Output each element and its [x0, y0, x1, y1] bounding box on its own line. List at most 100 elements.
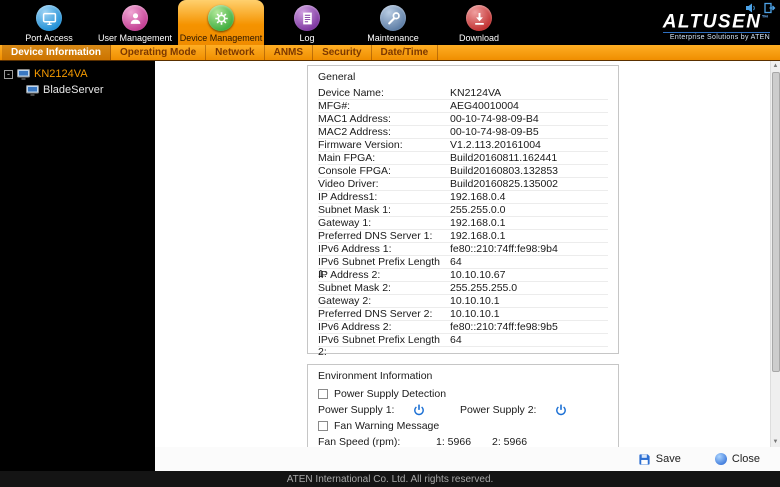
logout-icon[interactable]	[764, 2, 776, 14]
topnav-items: Port Access User Management Device Managem…	[6, 0, 522, 45]
fan-warning-row: Fan Warning Message	[318, 418, 608, 434]
general-row-subnet-mask-1: Subnet Mask 1: 255.255.0.0	[318, 204, 608, 217]
app-window: Port Access User Management Device Managem…	[0, 0, 780, 487]
close-button[interactable]: Close	[714, 453, 760, 465]
general-row-device-name: Device Name: KN2124VA	[318, 87, 608, 100]
general-row-value: 255.255.0.0	[450, 204, 506, 216]
general-row-label: Preferred DNS Server 1:	[318, 230, 433, 242]
tab-date-time[interactable]: Date/Time	[372, 45, 439, 60]
tab-security[interactable]: Security	[313, 45, 372, 60]
general-row-label: IP Address1:	[318, 191, 378, 203]
general-row-value: V1.2.113.20161004	[450, 139, 541, 151]
sidebar-item-kn2124va[interactable]: - KN2124VA	[0, 66, 155, 82]
general-row-value: fe80::210:74ff:fe98:9b5	[450, 321, 558, 333]
general-row-label: Main FPGA:	[318, 152, 376, 164]
general-row-ipv6-address-1: IPv6 Address 1: fe80::210:74ff:fe98:9b4	[318, 243, 608, 256]
general-row-value: 192.168.0.1	[450, 217, 506, 229]
general-row-firmware-version: Firmware Version: V1.2.113.20161004	[318, 139, 608, 152]
tree-expander-icon[interactable]: -	[4, 69, 13, 79]
nav-item-download[interactable]: Download	[436, 0, 522, 45]
tab-operating-mode[interactable]: Operating Mode	[111, 45, 207, 60]
scroll-up-arrow-icon[interactable]: ▲	[773, 61, 779, 71]
general-row-console-fpga: Console FPGA: Build20160803.132853	[318, 165, 608, 178]
nav-item-label: Device Management	[179, 33, 263, 43]
general-row-value: 192.168.0.4	[450, 191, 506, 203]
scrollbar-thumb[interactable]	[771, 72, 780, 372]
general-row-label: MFG#:	[318, 100, 351, 112]
general-row-preferred-dns-server-2: Preferred DNS Server 2: 10.10.10.1	[318, 308, 608, 321]
fan-speed-2-value: 2: 5966	[492, 436, 528, 447]
general-row-value: Build20160803.132853	[450, 165, 559, 177]
general-row-gateway-1: Gateway 1: 192.168.0.1	[318, 217, 608, 230]
general-section-title: General	[318, 71, 356, 83]
general-row-value: Build20160825.135002	[450, 178, 559, 190]
general-row-value: 00-10-74-98-09-B5	[450, 126, 539, 138]
power-supply-1-label: Power Supply 1:	[318, 404, 395, 416]
power-supply-detection-row: Power Supply Detection	[318, 386, 608, 402]
general-row-video-driver: Video Driver: Build20160825.135002	[318, 178, 608, 191]
general-row-value: 64	[450, 256, 462, 268]
tree-item-label: BladeServer	[43, 84, 104, 96]
sidebar-item-bladeserver[interactable]: BladeServer	[0, 82, 155, 98]
tab-anms[interactable]: ANMS	[265, 45, 314, 60]
general-row-label: Subnet Mask 1:	[318, 204, 391, 216]
nav-item-user-management[interactable]: User Management	[92, 0, 178, 45]
monitor-icon	[36, 5, 62, 31]
tree-item-label: KN2124VA	[34, 68, 88, 80]
general-row-label: IP Address 2:	[318, 269, 381, 281]
general-row-value: fe80::210:74ff:fe98:9b4	[450, 243, 558, 255]
general-row-mfg: MFG#: AEG40010004	[318, 100, 608, 113]
nav-item-maintenance[interactable]: Maintenance	[350, 0, 436, 45]
nav-item-log[interactable]: Log	[264, 0, 350, 45]
footer-text: ATEN International Co. Ltd. All rights r…	[286, 473, 494, 485]
general-row-label: Device Name:	[318, 87, 384, 99]
general-row-subnet-mask-2: Subnet Mask 2: 255.255.255.0	[318, 282, 608, 295]
footer-bar: ATEN International Co. Ltd. All rights r…	[0, 471, 780, 487]
general-row-label: IPv6 Address 1:	[318, 243, 392, 255]
power-supply-2-status-icon	[555, 404, 567, 416]
save-disk-icon	[638, 453, 651, 466]
general-row-value: AEG40010004	[450, 100, 519, 112]
fan-warning-label: Fan Warning Message	[334, 420, 440, 432]
general-row-value: 192.168.0.1	[450, 230, 506, 242]
general-row-value: Build20160811.162441	[450, 152, 558, 164]
tab-network[interactable]: Network	[206, 45, 265, 60]
power-supply-detection-checkbox[interactable]	[318, 389, 328, 399]
save-button[interactable]: Save	[638, 453, 681, 466]
nav-item-port-access[interactable]: Port Access	[6, 0, 92, 45]
tab-device-information[interactable]: Device Information	[2, 45, 112, 60]
general-row-label: IPv6 Subnet Prefix Length 2:	[318, 334, 440, 358]
nav-item-label: User Management	[97, 33, 173, 43]
general-row-label: Console FPGA:	[318, 165, 391, 177]
power-supply-2-label: Power Supply 2:	[460, 404, 537, 416]
trademark-symbol: ™	[761, 14, 770, 22]
scroll-down-arrow-icon[interactable]: ▼	[773, 437, 779, 447]
general-row-mac2-address: MAC2 Address: 00-10-74-98-09-B5	[318, 126, 608, 139]
nav-item-device-management[interactable]: Device Management	[178, 0, 264, 45]
body: - KN2124VA BladeServer General Device Name…	[0, 61, 780, 471]
nav-item-label: Maintenance	[367, 33, 419, 43]
save-button-label: Save	[655, 453, 681, 465]
general-row-value: KN2124VA	[450, 87, 502, 99]
general-row-value: 255.255.255.0	[450, 282, 518, 294]
vertical-scrollbar[interactable]: ▲ ▼	[770, 61, 780, 447]
fan-speed-1-value: 1: 5966	[436, 436, 472, 447]
general-row-value: 64	[450, 334, 462, 346]
action-bar: Save Close	[155, 447, 780, 471]
audio-icon[interactable]	[745, 2, 757, 14]
fan-warning-checkbox[interactable]	[318, 421, 328, 431]
general-row-ipv6-address-2: IPv6 Address 2: fe80::210:74ff:fe98:9b5	[318, 321, 608, 334]
nav-item-label: Log	[299, 33, 315, 43]
general-row-label: Gateway 1:	[318, 217, 372, 229]
log-icon	[294, 5, 320, 31]
general-row-label: MAC2 Address:	[318, 126, 391, 138]
brand-tagline: Enterprise Solutions by ATEN	[662, 32, 770, 41]
close-icon	[714, 453, 727, 465]
general-row-label: MAC1 Address:	[318, 113, 391, 125]
close-button-label: Close	[731, 453, 760, 465]
device-monitor-icon	[26, 84, 39, 96]
general-rows: Device Name: KN2124VA MFG#: AEG40010004 MAC1…	[318, 87, 608, 358]
power-supply-detection-label: Power Supply Detection	[334, 388, 447, 400]
general-row-value: 10.10.10.1	[450, 295, 500, 307]
general-row-label: IPv6 Address 2:	[318, 321, 392, 333]
